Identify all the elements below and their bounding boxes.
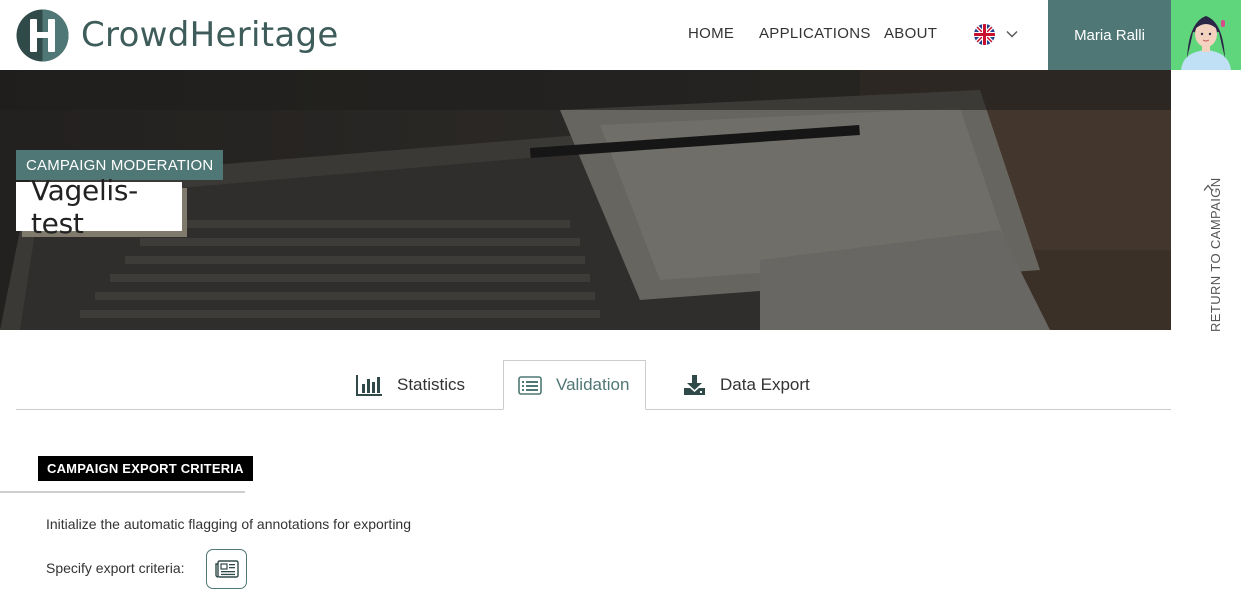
logo-text: CrowdHeritage	[81, 15, 339, 55]
nav-about[interactable]: ABOUT	[884, 25, 937, 42]
nav-home[interactable]: HOME	[688, 25, 734, 42]
user-avatar-icon	[1171, 0, 1241, 70]
tab-validation-label: Validation	[556, 375, 630, 394]
return-to-campaign-link[interactable]: RETURN TO CAMPAIGN	[1171, 70, 1241, 332]
section-divider	[0, 491, 245, 493]
tab-data-export-label: Data Export	[720, 375, 810, 394]
tab-data-export[interactable]: Data Export	[683, 360, 810, 410]
logo[interactable]: CrowdHeritage	[16, 8, 339, 62]
list-icon	[518, 375, 542, 395]
uk-flag-icon	[974, 24, 995, 45]
campaign-hero-banner: CAMPAIGN MODERATION Vagelis-test	[0, 70, 1171, 330]
tab-validation[interactable]: Validation	[503, 360, 646, 410]
campaign-title: Vagelis-test	[16, 174, 182, 240]
export-criteria-heading: CAMPAIGN EXPORT CRITERIA	[38, 456, 253, 481]
crowdheritage-logo-icon	[16, 9, 69, 61]
chevron-down-icon	[1006, 31, 1018, 38]
download-icon	[684, 374, 705, 395]
export-description: Initialize the automatic flagging of ann…	[46, 516, 412, 532]
user-menu-button[interactable]: Maria Ralli	[1048, 0, 1171, 70]
nav-applications[interactable]: APPLICATIONS	[759, 25, 871, 42]
user-name: Maria Ralli	[1074, 26, 1145, 44]
criteria-label: Specify export criteria:	[46, 560, 185, 576]
newspaper-icon	[214, 560, 239, 578]
language-selector[interactable]	[972, 22, 1022, 48]
bar-chart-icon	[356, 375, 382, 396]
specify-criteria-button[interactable]	[206, 549, 247, 589]
return-to-campaign-label: RETURN TO CAMPAIGN	[1208, 177, 1223, 332]
tab-statistics[interactable]: Statistics	[356, 360, 465, 410]
tab-statistics-label: Statistics	[397, 375, 466, 394]
moderation-tabs: Statistics Validation Data Export	[16, 360, 1171, 410]
top-header: CrowdHeritage HOME APPLICATIONS ABOUT Ma…	[0, 0, 1241, 70]
avatar[interactable]	[1171, 0, 1241, 70]
